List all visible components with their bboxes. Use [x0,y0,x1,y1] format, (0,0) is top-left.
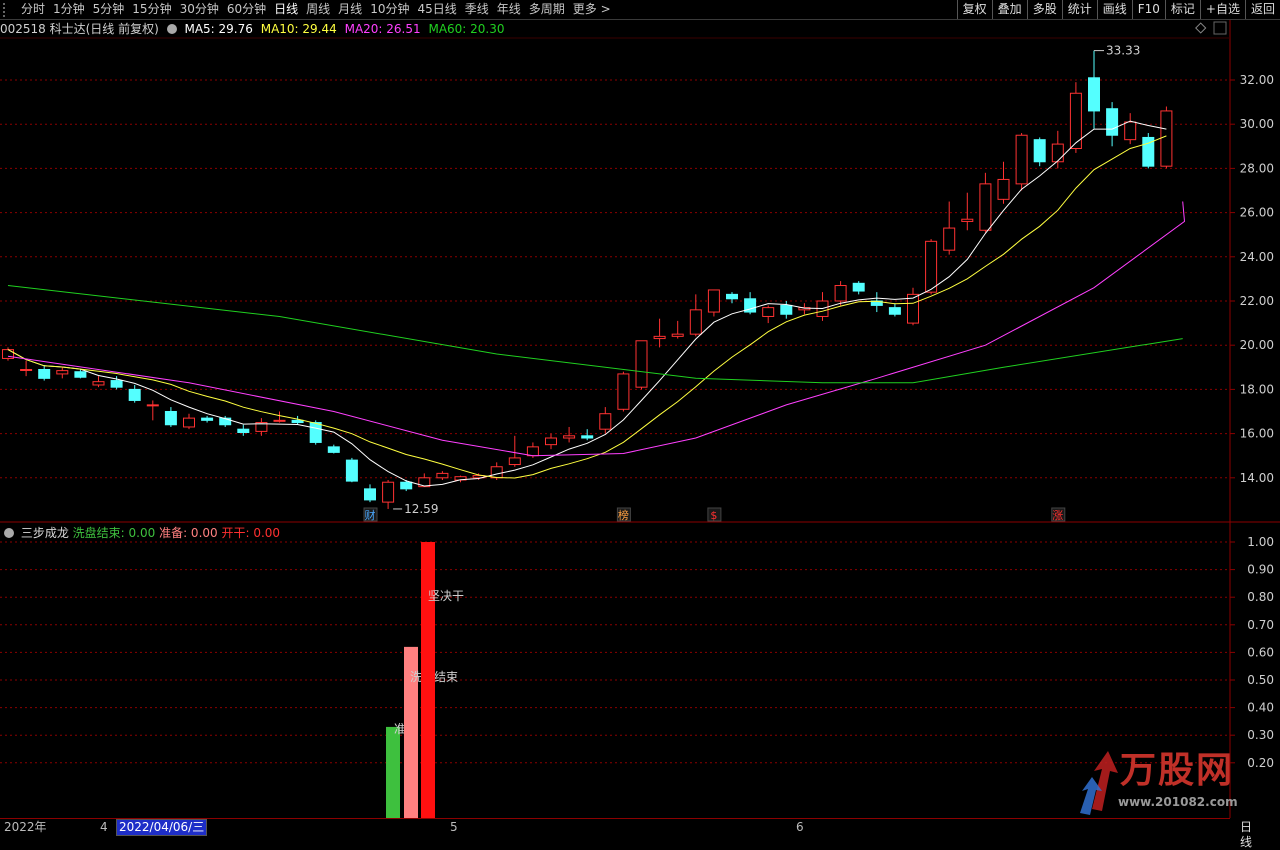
price-tick-label: 14.00 [1240,471,1274,485]
candle-body [309,422,322,443]
candle-body [635,340,648,388]
candle-body [201,417,214,421]
date-month-4: 4 [100,820,108,834]
candle-body [526,446,539,457]
candle-body [364,488,376,501]
candle-body [1160,110,1173,167]
candle-body [74,371,87,378]
candle-body [183,417,195,428]
candle-body [164,410,177,426]
ma20-line [7,201,1186,457]
candle-body [128,388,141,401]
candle-body [780,304,793,315]
low-annotation: 12.59 [404,502,438,516]
candle-body [979,183,992,231]
indicator-tick-label: 0.40 [1247,701,1274,715]
candle-body [617,373,630,410]
candle-body [563,435,576,439]
candle-body [1033,139,1046,163]
diamond-icon [1195,22,1207,34]
date-axis: 2022年 4 2022/04/06/三 5 6 日线 [0,818,1252,849]
indicator-tick-label: 0.50 [1247,673,1274,687]
candle-body [400,481,413,490]
candle-body [382,481,395,503]
candle-body [961,218,974,222]
candle-body [291,419,304,424]
candle-body [997,178,1010,200]
watermark-logo: 万股网 www.201082.com [1062,749,1252,821]
date-month-5: 5 [450,820,458,834]
price-tick-label: 28.00 [1240,161,1274,175]
candle-body [237,428,250,433]
watermark-url: www.201082.com [1118,795,1238,809]
indicator-bar [386,726,400,818]
indicator-bar [421,542,435,818]
candle-body [1124,121,1137,141]
price-tick-label: 24.00 [1240,250,1274,264]
candle-body [1106,108,1119,136]
indicator-tick-label: 0.30 [1247,728,1274,742]
candle-body [436,472,449,479]
date-month-6: 6 [796,820,804,834]
indicator-tick-label: 0.60 [1247,645,1274,659]
candle-body [925,240,938,293]
watermark-brand: 万股网 [1120,750,1235,791]
candle-body [1088,77,1100,112]
event-marker: $ [710,509,717,522]
candle-body [345,459,358,482]
candle-body [581,435,594,439]
event-marker: 财 [365,508,376,522]
candle-body [273,419,286,422]
candle-body [508,457,521,466]
candle-body [852,282,865,292]
candle-body [1015,134,1028,185]
price-tick-label: 26.00 [1240,206,1274,220]
candle-body [707,289,720,313]
panel-toggle-icon [1213,21,1227,35]
price-tick-label: 16.00 [1240,427,1274,441]
candle-body [726,293,738,300]
candle-body [599,413,612,430]
candle-body [1051,143,1064,163]
indicator-tick-label: 0.70 [1247,618,1274,632]
price-tick-label: 18.00 [1240,382,1274,396]
candle-body [888,307,901,315]
candle-body [110,380,123,388]
date-selected: 2022/04/06/三 [116,819,208,836]
candle-body [20,369,33,372]
ma10-line [7,135,1167,479]
indicator-bar-label: 坚决干 [428,589,464,603]
candle-body [38,369,51,379]
indicator-tick-label: 0.80 [1247,590,1274,604]
candle-body [834,285,847,302]
candle-body [545,437,557,446]
candle-body [689,309,702,335]
event-marker: 榜 [618,508,629,522]
high-annotation: 33.33 [1106,44,1140,58]
candle-body [490,466,503,479]
kline-chart[interactable]: 32.00 30.00 28.00 26.00 24.00 22.00 20.00 18.00… [0,0,1280,818]
candle-body [671,333,684,337]
price-tick-label: 22.00 [1240,294,1274,308]
candle-body [943,227,956,251]
candle-body [762,307,775,317]
candle-body [653,335,666,340]
price-tick-label: 20.00 [1240,338,1274,352]
candle-body [146,404,159,407]
price-tick-label: 32.00 [1240,73,1274,87]
date-year: 2022年 [4,820,47,834]
price-tick-label: 30.00 [1240,117,1274,131]
candle-body [56,370,69,375]
indicator-tick-label: 0.90 [1247,563,1274,577]
candle-body [327,446,340,453]
indicator-tick-label: 1.00 [1247,535,1274,549]
candle-body [92,381,105,386]
event-marker: 涨 [1052,509,1063,522]
period-label: 日线 [1240,820,1253,849]
